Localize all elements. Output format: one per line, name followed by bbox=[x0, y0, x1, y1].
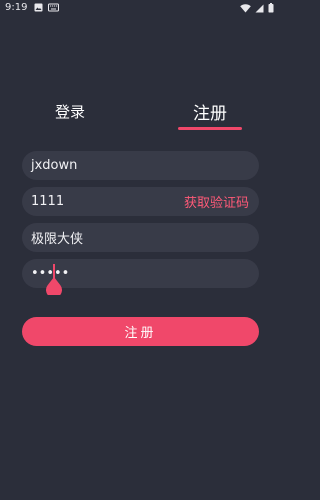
status-right-icons bbox=[240, 3, 274, 16]
nickname-field[interactable]: 极限大侠 bbox=[22, 223, 259, 252]
keyboard-icon bbox=[48, 3, 59, 15]
phone-value: 1111 bbox=[31, 194, 65, 209]
cursor-handle-icon[interactable] bbox=[45, 277, 63, 298]
username-value: jxdown bbox=[31, 158, 78, 173]
status-bar: 9:19 bbox=[0, 0, 280, 18]
password-field[interactable]: ••••• bbox=[22, 259, 259, 298]
nickname-value: 极限大侠 bbox=[31, 232, 84, 247]
tab-register[interactable]: 注册 bbox=[178, 96, 242, 126]
active-tab-indicator bbox=[178, 127, 242, 130]
status-time: 9:19 bbox=[5, 2, 28, 13]
tab-login[interactable]: 登录 bbox=[40, 96, 100, 126]
wifi-icon bbox=[240, 3, 251, 16]
cellular-icon bbox=[255, 4, 264, 16]
username-field[interactable]: jxdown bbox=[22, 151, 259, 180]
get-code-button[interactable]: 获取验证码 bbox=[184, 187, 249, 216]
register-button[interactable]: 注册 bbox=[22, 317, 259, 346]
phone-field[interactable]: 1111 获取验证码 bbox=[22, 187, 259, 216]
auth-tabs: 登录 注册 bbox=[0, 96, 280, 136]
image-icon bbox=[34, 3, 43, 15]
status-left-icons bbox=[34, 3, 59, 15]
battery-icon bbox=[268, 3, 274, 16]
